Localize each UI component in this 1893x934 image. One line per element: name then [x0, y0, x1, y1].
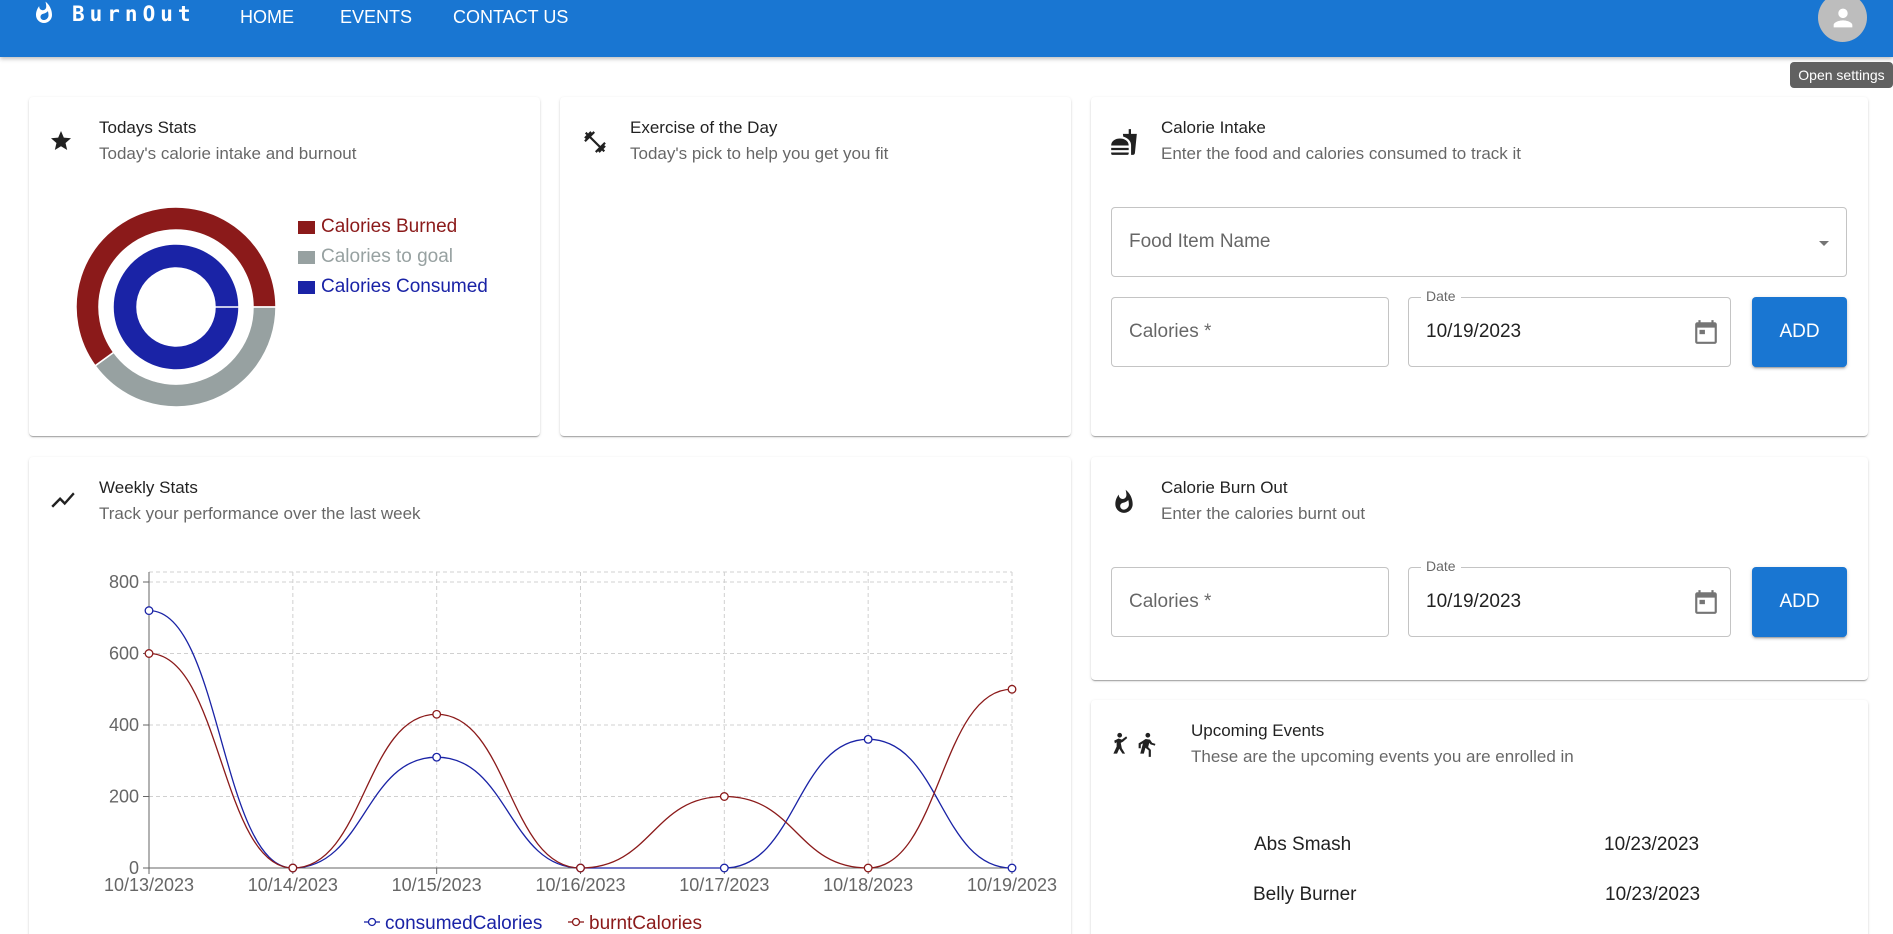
legend-marker	[367, 917, 377, 927]
event-name[interactable]: Belly Burner	[1253, 884, 1357, 906]
x-tick-label: 10/19/2023	[967, 875, 1057, 895]
card-subtitle: These are the upcoming events you are en…	[1191, 747, 1574, 766]
data-point-burntCalories[interactable]	[1007, 684, 1017, 694]
y-tick-label: 800	[109, 572, 139, 592]
data-point-consumedCalories[interactable]	[719, 863, 729, 873]
upcoming-events-card: Upcoming Events These are the upcoming e…	[1091, 700, 1868, 934]
event-name[interactable]: Abs Smash	[1254, 834, 1351, 856]
x-tick-label: 10/13/2023	[104, 875, 194, 895]
sports-icon	[1113, 732, 1156, 757]
data-point-consumedCalories[interactable]	[432, 752, 442, 762]
y-tick-label: 200	[109, 787, 139, 807]
x-tick-label: 10/14/2023	[248, 875, 338, 895]
data-point-consumedCalories[interactable]	[1007, 863, 1017, 873]
data-point-burntCalories[interactable]	[432, 709, 442, 719]
burnout-calories-input[interactable]: Calories *	[1111, 567, 1389, 637]
x-tick-label: 10/17/2023	[679, 875, 769, 895]
x-tick-label: 10/16/2023	[535, 875, 625, 895]
y-tick-label: 600	[109, 644, 139, 664]
data-point-burntCalories[interactable]	[288, 863, 298, 873]
x-tick-label: 10/18/2023	[823, 875, 913, 895]
legend-marker	[571, 917, 581, 927]
calories-placeholder: Calories *	[1129, 591, 1212, 612]
event-date: 10/23/2023	[1604, 834, 1700, 855]
data-point-burntCalories[interactable]	[863, 863, 873, 873]
x-tick-label: 10/15/2023	[392, 875, 482, 895]
date-label: Date	[1421, 558, 1461, 574]
legend-label-burntCalories[interactable]: burntCalories	[589, 913, 702, 934]
legend-label-consumedCalories[interactable]: consumedCalories	[385, 913, 542, 934]
data-point-burntCalories[interactable]	[719, 792, 729, 801]
burnout-add-button[interactable]: ADD	[1752, 567, 1847, 637]
data-point-burntCalories[interactable]	[576, 863, 585, 873]
card-title: Calorie Burn Out	[1161, 478, 1288, 497]
burnout-date-input[interactable]: Date 10/19/2023	[1408, 558, 1731, 637]
data-point-consumedCalories[interactable]	[144, 606, 154, 616]
calendar-icon[interactable]	[1693, 589, 1719, 615]
event-date: 10/23/2023	[1605, 884, 1701, 905]
data-point-burntCalories[interactable]	[144, 649, 154, 658]
date-value: 10/19/2023	[1426, 591, 1522, 612]
card-title: Upcoming Events	[1191, 721, 1325, 740]
y-tick-label: 400	[109, 715, 139, 735]
flame-icon	[1115, 489, 1133, 513]
calorie-burnout-card: Calorie Burn Out Enter the calories burn…	[1091, 457, 1868, 680]
card-subtitle: Enter the calories burnt out	[1161, 504, 1366, 523]
data-point-consumedCalories[interactable]	[863, 734, 873, 744]
